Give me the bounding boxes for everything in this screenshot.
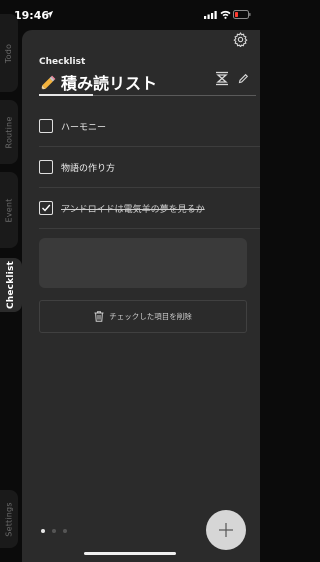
item-text: アンドロイドは電気羊の夢を見るか	[61, 204, 205, 215]
tab-checklist-label: Checklist	[6, 260, 17, 310]
location-arrow-icon	[45, 10, 54, 19]
page-dot-active[interactable]	[41, 529, 45, 533]
tab-settings[interactable]: Settings	[0, 490, 18, 548]
status-bar: 19:46	[0, 0, 260, 30]
wifi-icon	[220, 10, 231, 19]
status-time: 19:46	[14, 9, 50, 22]
item-checkbox[interactable]	[39, 160, 53, 174]
checklist-items: ハーモニー 物語の作り方 アンドロイドは電気羊の夢を見るか	[39, 106, 260, 229]
page-dot[interactable]	[52, 529, 56, 533]
list-item[interactable]: アンドロイドは電気羊の夢を見るか	[39, 188, 260, 229]
page-indicator	[41, 529, 74, 533]
pencil-emoji-icon	[41, 75, 56, 90]
delete-checked-label: チェックした項目を削除	[109, 312, 192, 321]
checklist-panel: Checklist 積み読リスト ハーモニー 物語の作り方 アンドロイドは電気羊…	[22, 30, 260, 562]
page-dot[interactable]	[63, 529, 67, 533]
item-checkbox[interactable]	[39, 119, 53, 133]
tab-event[interactable]: Event	[0, 172, 18, 248]
tab-event-label: Event	[4, 198, 14, 222]
item-text: 物語の作り方	[61, 163, 116, 174]
title-divider	[93, 95, 256, 96]
gear-icon[interactable]	[233, 32, 248, 47]
sort-icon[interactable]	[215, 71, 229, 86]
tab-settings-label: Settings	[4, 501, 14, 537]
item-text: ハーモニー	[61, 122, 107, 133]
trash-icon	[94, 311, 104, 322]
new-item-input[interactable]	[39, 238, 247, 288]
tab-checklist[interactable]: Checklist	[0, 258, 22, 312]
battery-low-icon	[233, 10, 251, 19]
tab-todo-label: Todo	[4, 43, 14, 63]
delete-checked-button[interactable]: チェックした項目を削除	[39, 300, 247, 333]
tab-routine[interactable]: Routine	[0, 100, 18, 164]
plus-icon	[219, 523, 233, 537]
add-item-button[interactable]	[206, 510, 246, 550]
home-indicator	[84, 552, 176, 555]
item-checkbox-checked[interactable]	[39, 201, 53, 215]
list-title: 積み読リスト	[61, 74, 158, 93]
pencil-icon[interactable]	[238, 73, 249, 84]
list-item[interactable]: ハーモニー	[39, 106, 260, 147]
title-underline	[39, 94, 93, 96]
tab-routine-label: Routine	[4, 116, 14, 148]
checkmark-icon	[42, 204, 51, 212]
list-type-label: Checklist	[39, 57, 86, 67]
tab-todo[interactable]: Todo	[0, 14, 18, 92]
cellular-signal-icon	[204, 11, 217, 19]
page-title: 積み読リスト	[39, 70, 157, 94]
list-item[interactable]: 物語の作り方	[39, 147, 260, 188]
